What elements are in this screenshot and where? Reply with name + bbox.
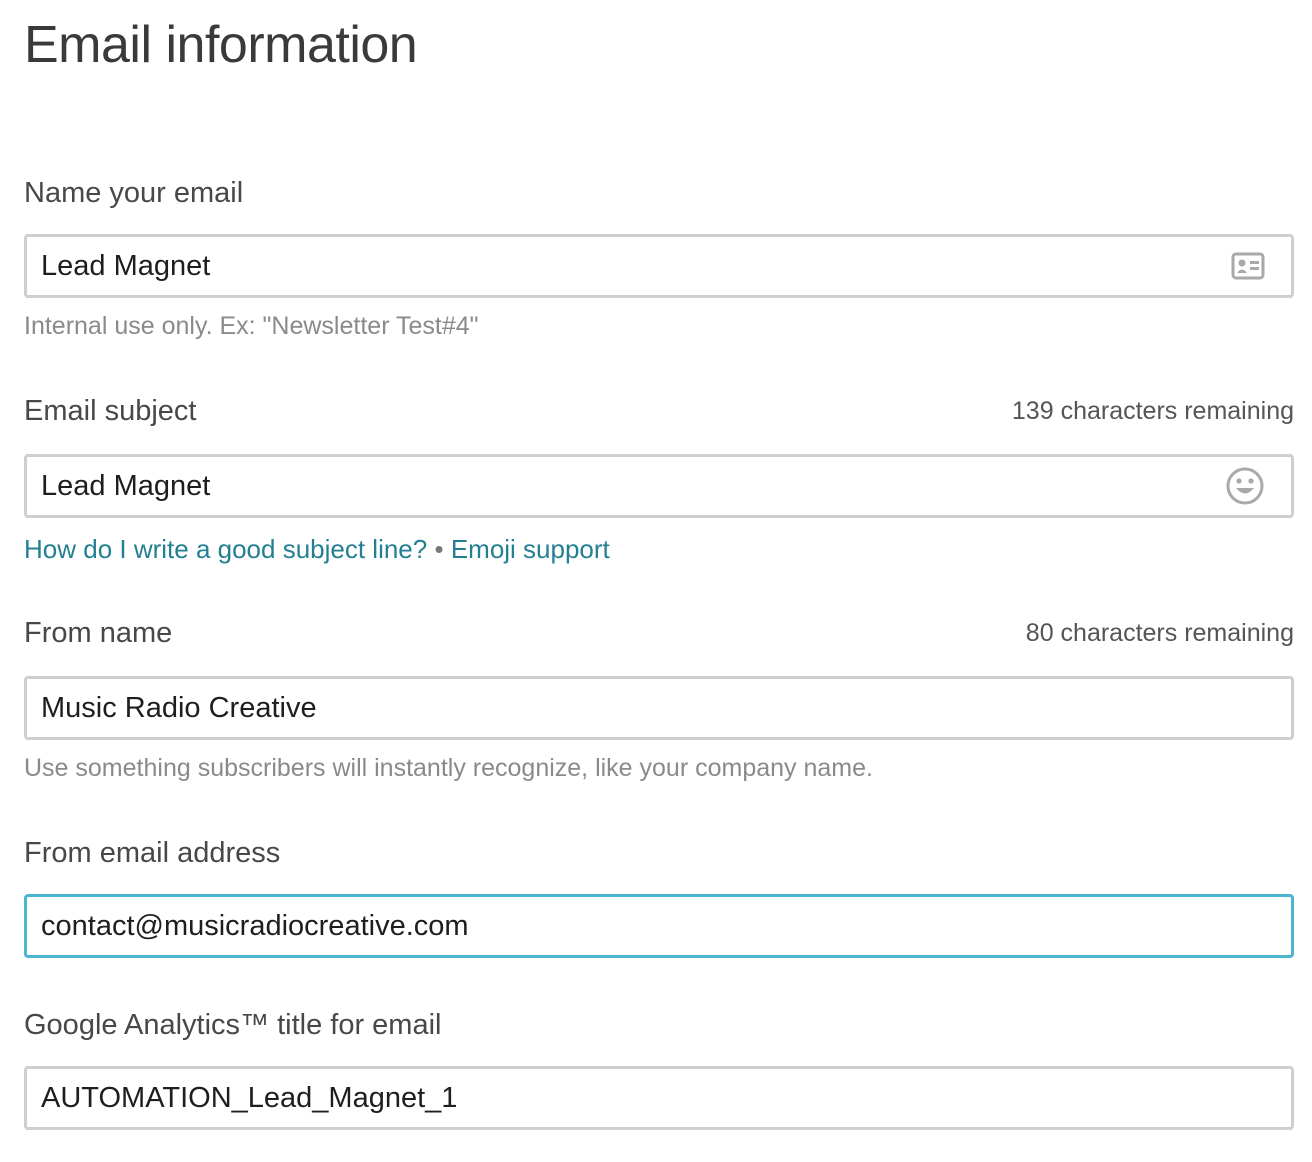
emoji-smiley-icon[interactable]	[1225, 466, 1265, 506]
link-separator: •	[434, 534, 444, 564]
email-subject-label: Email subject	[24, 395, 197, 427]
from-email-field-box	[24, 894, 1294, 958]
subject-help-links: How do I write a good subject line? • Em…	[24, 533, 610, 565]
contact-card-icon[interactable]	[1231, 252, 1265, 280]
email-subject-input[interactable]	[27, 457, 1291, 515]
from-email-input[interactable]	[27, 897, 1291, 955]
email-subject-field-box	[24, 454, 1294, 518]
emoji-support-link[interactable]: Emoji support	[451, 534, 610, 564]
from-name-input[interactable]	[27, 679, 1291, 737]
from-name-help: Use something subscribers will instantly…	[24, 754, 873, 782]
name-email-input[interactable]	[27, 237, 1291, 295]
from-name-field-box	[24, 676, 1294, 740]
from-name-label: From name	[24, 617, 173, 649]
subject-line-help-link[interactable]: How do I write a good subject line?	[24, 534, 427, 564]
from-name-characters-remaining: 80 characters remaining	[1025, 619, 1294, 647]
analytics-title-label: Google Analytics™ title for email	[24, 1009, 442, 1041]
name-email-help: Internal use only. Ex: "Newsletter Test#…	[24, 312, 479, 340]
analytics-title-field-box	[24, 1066, 1294, 1130]
name-email-field-box	[24, 234, 1294, 298]
subject-characters-remaining: 139 characters remaining	[1011, 397, 1294, 425]
name-email-label: Name your email	[24, 177, 244, 209]
analytics-title-input[interactable]	[27, 1069, 1291, 1127]
from-email-label: From email address	[24, 837, 281, 869]
page-title: Email information	[24, 16, 418, 74]
